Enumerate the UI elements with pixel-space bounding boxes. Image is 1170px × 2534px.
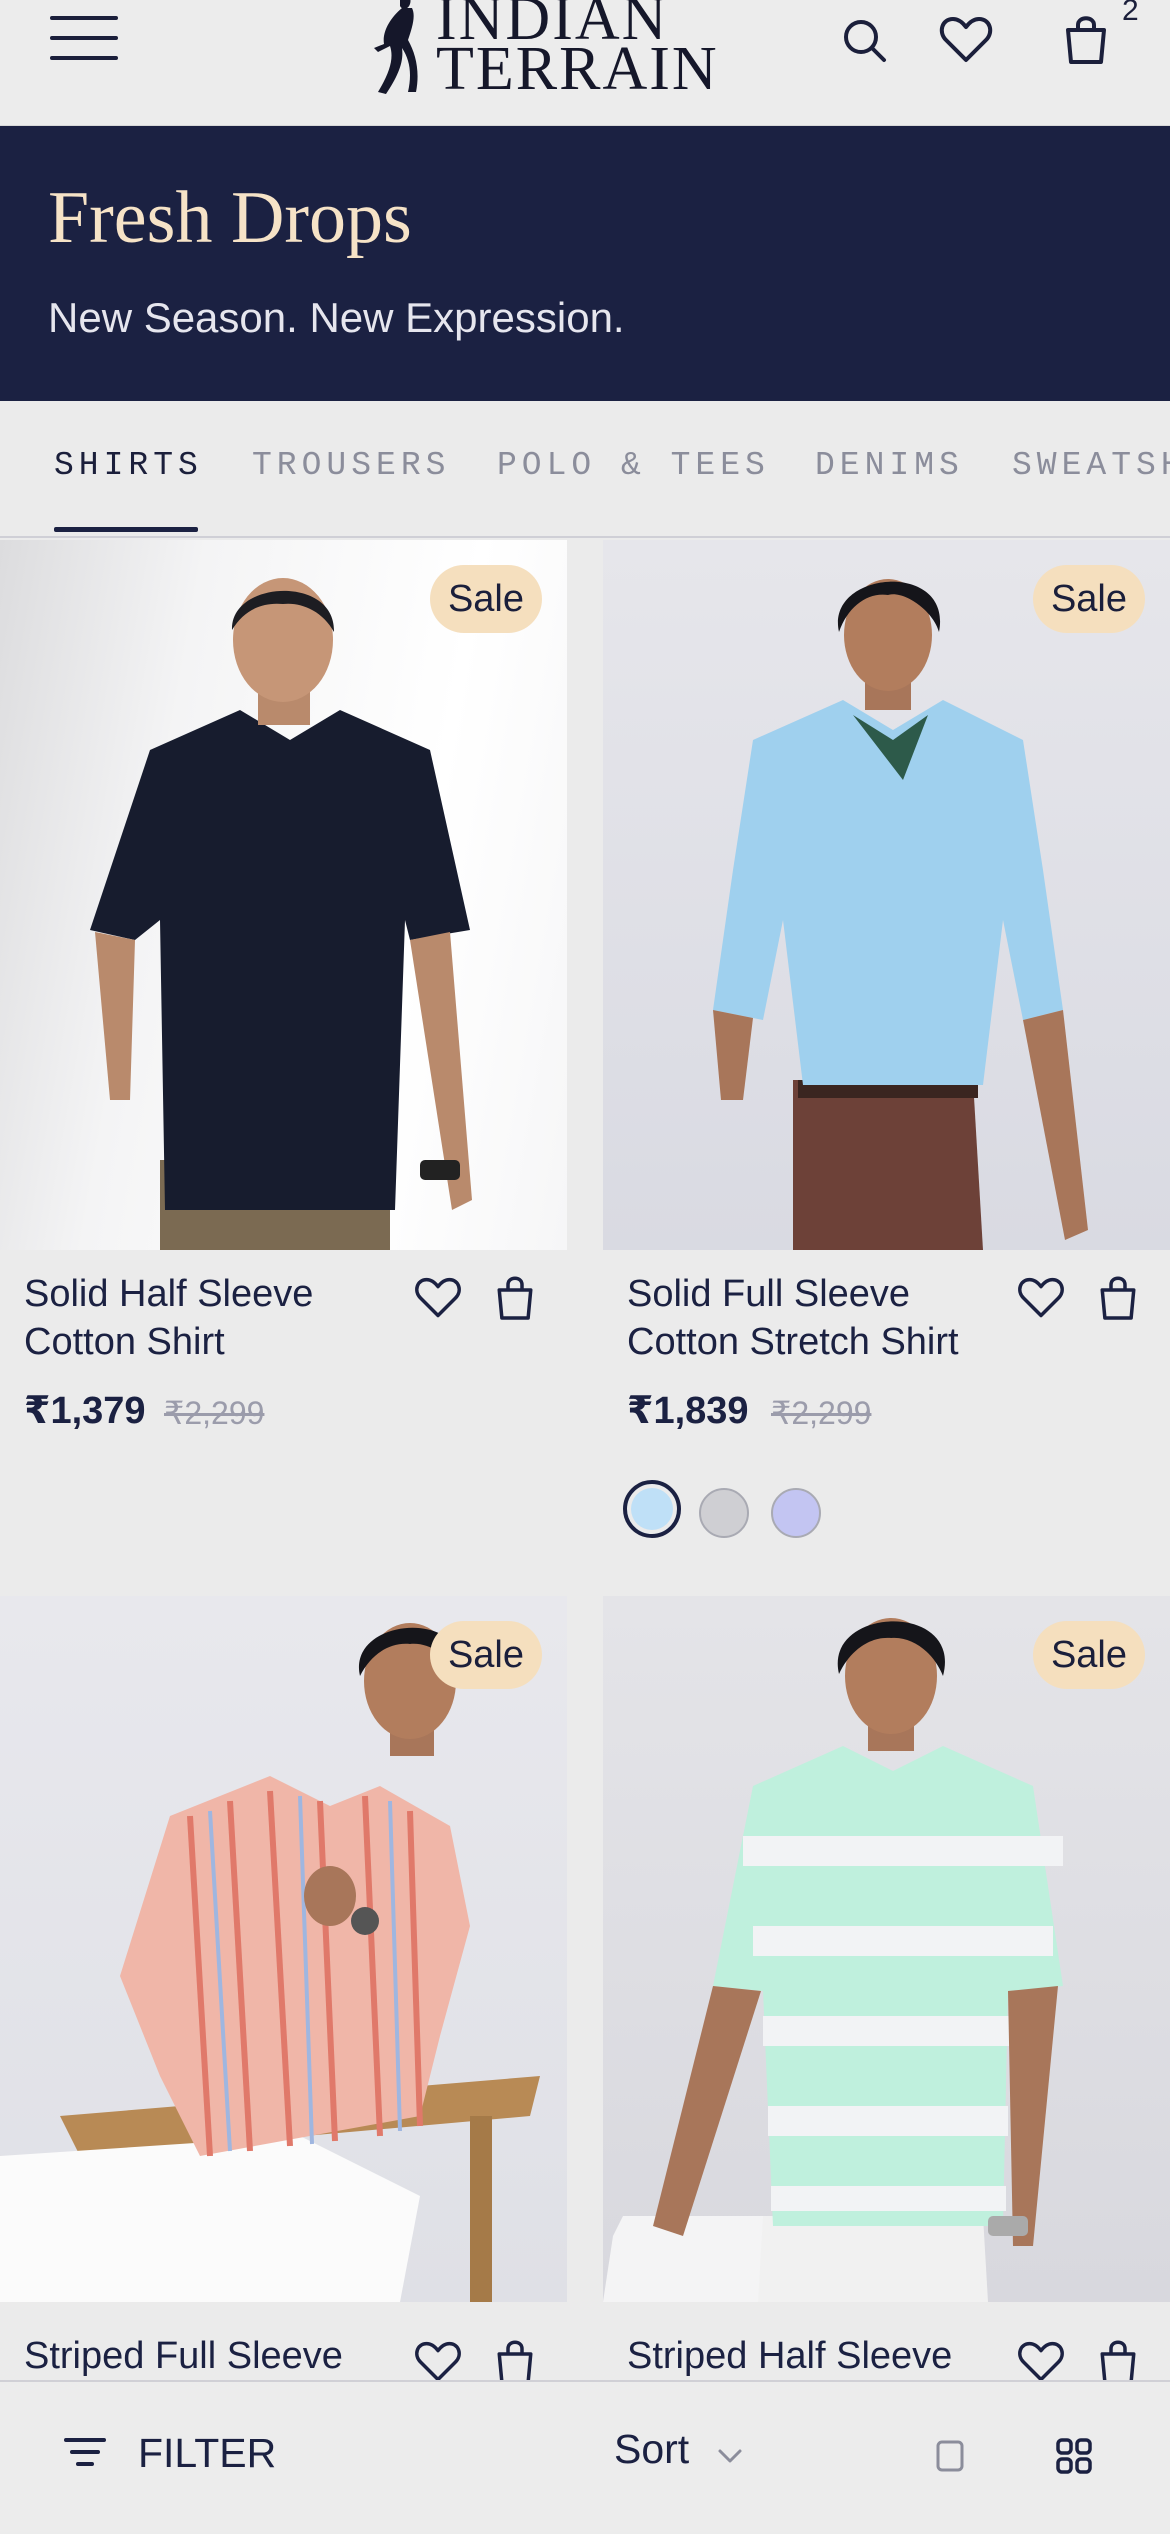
product-photo-placeholder: [90, 578, 472, 1250]
product-image[interactable]: Sale: [603, 1596, 1170, 2302]
search-icon[interactable]: [832, 8, 896, 72]
product-name[interactable]: Solid Full Sleeve Cotton Stretch Shirt: [627, 1270, 997, 1366]
color-swatch-lavender[interactable]: [771, 1488, 821, 1538]
chevron-down-icon[interactable]: [712, 2438, 748, 2474]
collection-banner: Fresh Drops New Season. New Expression.: [0, 126, 1170, 401]
top-header: INDIAN TERRAIN 2: [0, 0, 1170, 126]
tab-shirts[interactable]: SHIRTS: [54, 447, 203, 484]
wishlist-heart-icon[interactable]: [1013, 1270, 1069, 1326]
filter-icon[interactable]: [60, 2428, 120, 2478]
filter-button[interactable]: FILTER: [138, 2430, 276, 2477]
product-photo-placeholder: [0, 1623, 540, 2302]
add-to-bag-icon[interactable]: [1090, 1268, 1146, 1326]
sale-price: ₹1,839: [627, 1390, 749, 1432]
tab-denims[interactable]: DENIMS: [815, 447, 964, 484]
add-to-bag-icon[interactable]: [487, 1268, 543, 1326]
grid-view-icon[interactable]: [1052, 2434, 1096, 2478]
tab-polo-tees[interactable]: POLO & TEES: [497, 447, 770, 484]
sort-button[interactable]: Sort: [614, 2426, 689, 2473]
wishlist-heart-icon[interactable]: [410, 1270, 466, 1326]
wishlist-heart-icon[interactable]: [934, 8, 998, 72]
cart-count-badge: 2: [1122, 0, 1139, 27]
cart-bag-icon[interactable]: [1054, 8, 1118, 72]
product-photo-placeholder: [603, 1618, 1063, 2302]
banner-title: Fresh Drops: [48, 177, 412, 259]
product-photo-placeholder: [713, 579, 1088, 1250]
single-column-view-icon[interactable]: [930, 2436, 970, 2476]
brand-logo[interactable]: INDIAN TERRAIN: [360, 0, 720, 100]
category-tabs: SHIRTS TROUSERS POLO & TEES DENIMS SWEAT…: [0, 401, 1170, 538]
banner-subtitle: New Season. New Expression.: [48, 294, 625, 341]
menu-icon[interactable]: [50, 12, 118, 60]
product-image[interactable]: Sale: [0, 540, 567, 1250]
original-price: ₹2,299: [164, 1395, 265, 1431]
bottom-action-bar: FILTER Sort: [0, 2380, 1170, 2534]
sale-price: ₹1,379: [24, 1390, 146, 1432]
logo-line-2: TERRAIN: [436, 35, 719, 103]
color-swatch-light-blue[interactable]: [623, 1480, 681, 1538]
tab-sweatshirts[interactable]: SWEATSH: [1012, 447, 1170, 484]
product-name[interactable]: Solid Half Sleeve Cotton Shirt: [24, 1270, 394, 1366]
product-image[interactable]: Sale: [0, 1596, 567, 2302]
active-tab-indicator: [54, 527, 198, 532]
product-name[interactable]: Striped Half Sleeve: [627, 2332, 997, 2380]
sale-badge: Sale: [1032, 565, 1145, 633]
tab-trousers[interactable]: TROUSERS: [252, 447, 450, 484]
product-image[interactable]: Sale: [603, 540, 1170, 1250]
sale-badge: Sale: [429, 565, 542, 633]
product-name[interactable]: Striped Full Sleeve: [24, 2332, 394, 2380]
color-swatch-grey[interactable]: [699, 1488, 749, 1538]
logo-figure-icon: [374, 0, 418, 94]
original-price: ₹2,299: [771, 1395, 872, 1431]
sale-badge: Sale: [1032, 1621, 1145, 1689]
sale-badge: Sale: [429, 1621, 542, 1689]
